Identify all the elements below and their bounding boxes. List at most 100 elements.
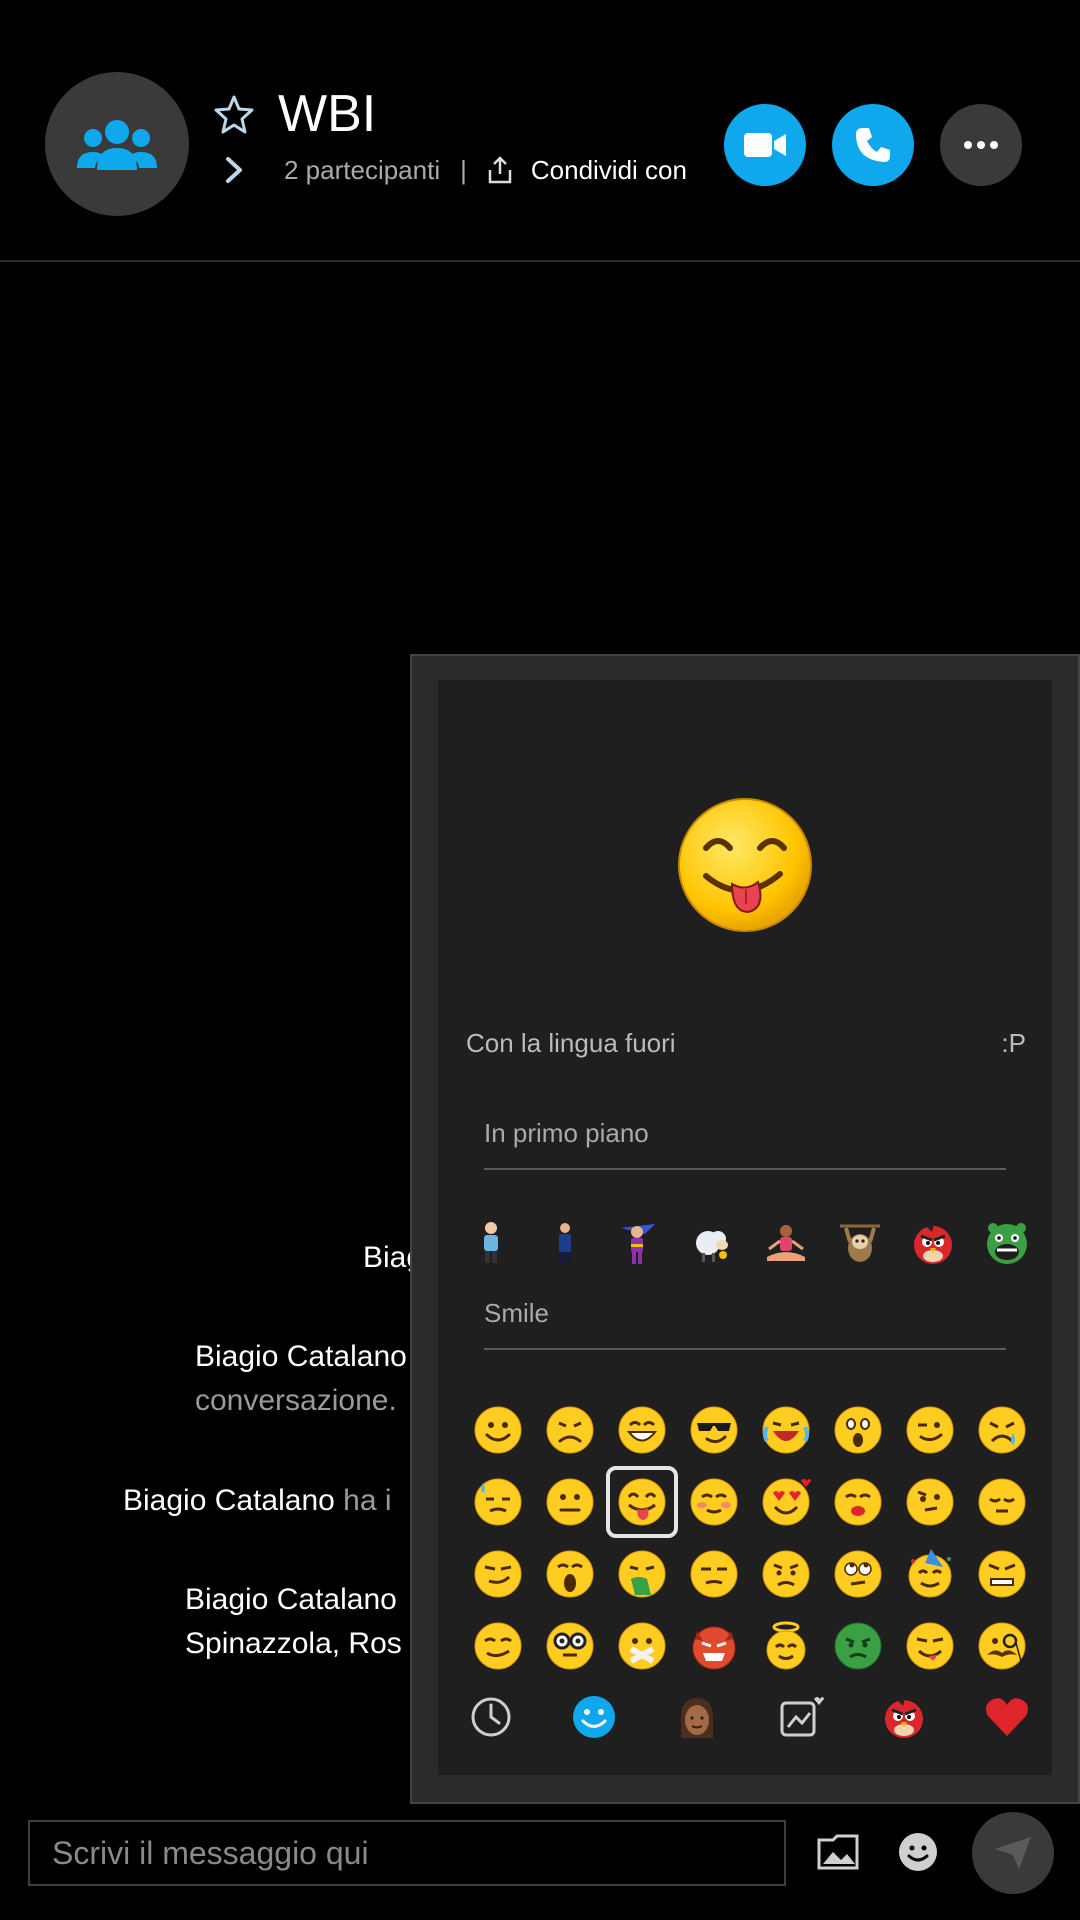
group-avatar[interactable] <box>45 72 189 216</box>
people-tab[interactable] <box>672 1692 722 1742</box>
emoji-preview-shortcut: :P <box>1001 1028 1026 1058</box>
media-button[interactable] <box>810 1824 866 1880</box>
green-pig-icon[interactable] <box>982 1218 1032 1268</box>
moji-tab[interactable] <box>776 1692 826 1742</box>
emoji-button[interactable] <box>890 1824 946 1880</box>
nerd-glasses-emoji-icon <box>546 1622 594 1670</box>
smiley-icon <box>899 1833 937 1871</box>
emoji-sly[interactable] <box>462 1610 534 1682</box>
conversation-header: WBI 2 partecipanti | Condividi con <box>0 0 1080 262</box>
rolling-laugh-emoji-icon <box>762 1406 810 1454</box>
participants-count[interactable]: 2 partecipanti <box>284 155 440 186</box>
more-dots-icon <box>964 141 998 149</box>
message-text: conversazione. <box>195 1384 397 1417</box>
thinking-emoji-icon <box>906 1478 954 1526</box>
in-love-emoji-icon <box>762 1478 811 1526</box>
gallery-folder-icon <box>817 1834 859 1870</box>
emoji-thinking[interactable] <box>894 1466 966 1538</box>
love-tab[interactable] <box>982 1692 1032 1742</box>
smirk-emoji-icon <box>474 1550 522 1598</box>
emoji-rofl[interactable] <box>750 1394 822 1466</box>
cool-sunglasses-emoji-icon <box>690 1406 738 1454</box>
emoji-envy[interactable] <box>822 1610 894 1682</box>
emoji-lips-sealed[interactable] <box>606 1610 678 1682</box>
person-figure-icon[interactable] <box>466 1218 516 1268</box>
audio-call-button[interactable] <box>832 104 914 186</box>
angry-bird-red-icon[interactable] <box>908 1218 958 1268</box>
yawn-emoji-icon <box>546 1550 594 1598</box>
emoji-in-love[interactable] <box>750 1466 822 1538</box>
emoji-cheeky[interactable] <box>894 1610 966 1682</box>
video-call-button[interactable] <box>724 104 806 186</box>
share-link[interactable]: Condividi con <box>531 155 686 186</box>
smile-emoji-grid <box>462 1394 1032 1682</box>
emoji-worried[interactable] <box>750 1538 822 1610</box>
emoji-mustache[interactable] <box>966 1610 1038 1682</box>
smiley-category-icon <box>573 1696 616 1738</box>
yoga-woman-icon[interactable] <box>761 1218 811 1268</box>
system-message: Biagio Catalano conversazione. <box>195 1335 407 1423</box>
emoji-eye-roll[interactable] <box>822 1538 894 1610</box>
sheep-icon[interactable] <box>687 1218 737 1268</box>
sad-emoji-icon <box>546 1406 594 1454</box>
message-text: Spinazzola, Ros <box>185 1627 402 1660</box>
superhero-icon[interactable] <box>613 1218 663 1268</box>
emoji-wink[interactable] <box>894 1394 966 1466</box>
emoji-sleepy[interactable] <box>966 1466 1038 1538</box>
smile-emoji-icon <box>474 1406 522 1454</box>
featured-emoticons-row <box>466 1218 1032 1268</box>
share-icon[interactable] <box>487 156 513 184</box>
person-face-icon <box>681 1698 714 1738</box>
subtitle-separator: | <box>460 154 467 185</box>
emoji-nerd[interactable] <box>534 1610 606 1682</box>
sweat-emoji-icon <box>474 1478 522 1526</box>
emoji-surprised[interactable] <box>822 1394 894 1466</box>
conversation-title[interactable]: WBI <box>278 82 376 146</box>
smiley-tab[interactable] <box>569 1692 619 1742</box>
emoji-blush[interactable] <box>678 1466 750 1538</box>
devil-emoji-icon <box>692 1626 736 1670</box>
send-button[interactable] <box>972 1812 1054 1894</box>
emoji-party[interactable] <box>894 1538 966 1610</box>
section-smile-label: Smile <box>484 1298 550 1328</box>
angel-emoji-icon <box>766 1621 806 1670</box>
cheeky-emoji-icon <box>906 1622 954 1670</box>
emoji-sad[interactable] <box>534 1394 606 1466</box>
emoji-sweat[interactable] <box>462 1466 534 1538</box>
emoji-angel[interactable] <box>750 1610 822 1682</box>
sloth-icon[interactable] <box>835 1218 885 1268</box>
emoji-devil[interactable] <box>678 1610 750 1682</box>
tongue-out-emoji-preview-icon <box>678 798 812 932</box>
sleepy-emoji-icon <box>978 1478 1026 1526</box>
annoyed-emoji-icon <box>690 1550 738 1598</box>
speechless-emoji-icon <box>546 1478 594 1526</box>
emoji-yawn[interactable] <box>534 1538 606 1610</box>
puke-emoji-icon <box>618 1550 666 1598</box>
section-featured-label: In primo piano <box>484 1118 649 1148</box>
emoji-annoyed[interactable] <box>678 1538 750 1610</box>
lips-sealed-emoji-icon <box>618 1622 666 1670</box>
mustache-monocle-emoji-icon <box>978 1622 1026 1670</box>
emoji-smirk[interactable] <box>462 1538 534 1610</box>
emoji-disappointed[interactable] <box>966 1538 1038 1610</box>
emoji-kiss[interactable] <box>822 1466 894 1538</box>
emoji-cool[interactable] <box>678 1394 750 1466</box>
angry-bird-icon <box>884 1698 923 1738</box>
chevron-right-icon[interactable] <box>222 155 246 185</box>
emoji-laugh[interactable] <box>606 1394 678 1466</box>
more-options-button[interactable] <box>940 104 1022 186</box>
emoji-smile[interactable] <box>462 1394 534 1466</box>
emoji-crying[interactable] <box>966 1394 1038 1466</box>
recent-tab[interactable] <box>466 1692 516 1742</box>
emoji-puke[interactable] <box>606 1538 678 1610</box>
favorite-star-icon[interactable] <box>214 94 254 134</box>
emoji-speechless[interactable] <box>534 1466 606 1538</box>
angry-birds-tab[interactable] <box>879 1692 929 1742</box>
system-message: Biagio Catalano Spinazzola, Ros <box>185 1578 402 1666</box>
businessman-figure-icon[interactable] <box>540 1218 590 1268</box>
surprised-emoji-icon <box>834 1406 882 1454</box>
message-input[interactable]: Scrivi il messaggio qui <box>28 1820 786 1886</box>
send-arrow-icon <box>995 1837 1031 1869</box>
phone-icon <box>856 128 890 162</box>
emoji-tongue-out[interactable] <box>606 1466 678 1538</box>
